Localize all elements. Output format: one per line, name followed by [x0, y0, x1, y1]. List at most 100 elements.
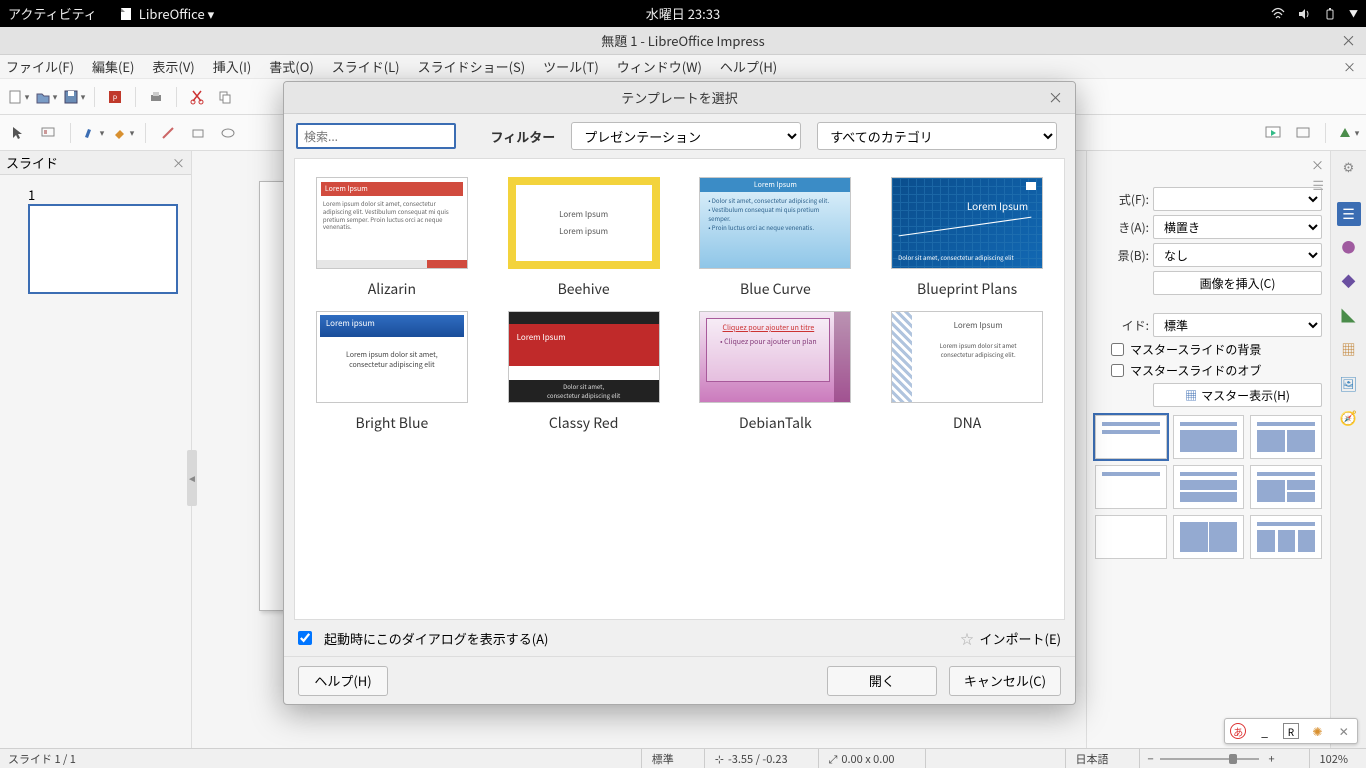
ime-r-icon[interactable]: R [1283, 723, 1299, 739]
template-item[interactable]: Lorem Ipsum Lorem ipsum dolor sit amet, … [305, 177, 479, 299]
dialog-button-row: ヘルプ(H) 開く キャンセル(C) [284, 656, 1075, 704]
clock[interactable]: 水曜日 23:33 [646, 4, 720, 23]
menu-file[interactable]: ファイル(F) [6, 57, 74, 76]
select-tool-icon[interactable] [6, 121, 30, 145]
ime-mode-icon[interactable]: あ [1230, 723, 1246, 739]
volume-icon[interactable] [1297, 7, 1311, 21]
tab-master-icon[interactable]: ▦ [1337, 338, 1361, 362]
cut-button[interactable] [185, 85, 209, 109]
props-close-icon[interactable]: × [1311, 155, 1324, 174]
tab-transitions-icon[interactable]: ◆ [1337, 270, 1361, 294]
dialog-title: テンプレートを選択 [621, 88, 738, 107]
menu-slide[interactable]: スライド(L) [332, 57, 400, 76]
slide-thumbnail-1[interactable] [28, 204, 178, 294]
orientation-select[interactable]: 横置き [1153, 215, 1322, 239]
layout-option[interactable] [1095, 465, 1167, 509]
template-list[interactable]: Lorem Ipsum Lorem ipsum dolor sit amet, … [294, 158, 1065, 620]
fill-tool-icon[interactable] [111, 121, 135, 145]
app-menu-label[interactable]: LibreOffice ▾ [139, 4, 214, 23]
menu-edit[interactable]: 編集(E) [92, 57, 134, 76]
3d-tool-icon[interactable] [1336, 121, 1360, 145]
open-button[interactable]: 開く [827, 666, 937, 696]
master-select[interactable]: 標準 [1153, 313, 1322, 337]
panel-splitter[interactable] [187, 450, 197, 506]
sidebar-settings-icon[interactable]: ⚙ [1343, 157, 1355, 176]
slides-panel-close-icon[interactable]: × [172, 153, 185, 172]
show-at-startup-checkbox[interactable] [298, 631, 312, 645]
window-close-button[interactable]: × [1341, 30, 1356, 51]
copy-button[interactable] [213, 85, 237, 109]
status-zoom[interactable]: 102% [1309, 749, 1358, 768]
highlight-tool-icon[interactable] [81, 121, 105, 145]
layout-option[interactable] [1250, 415, 1322, 459]
app-menu[interactable] [119, 7, 133, 21]
layout-option[interactable] [1250, 515, 1322, 559]
template-item[interactable]: Cliquez pour ajouter un titre• Cliquez p… [689, 311, 863, 433]
template-item[interactable]: Lorem ipsum Lorem ipsum dolor sit amet, … [305, 311, 479, 433]
menu-help[interactable]: ヘルプ(H) [720, 57, 777, 76]
tab-animation-icon[interactable]: ◣ [1337, 304, 1361, 328]
import-link[interactable]: インポート(E) [980, 629, 1061, 648]
format-select[interactable] [1153, 187, 1322, 211]
tab-gallery-icon[interactable]: 🖼 [1337, 372, 1361, 396]
dialog-close-button[interactable]: × [1048, 87, 1063, 108]
layout-option[interactable] [1173, 415, 1245, 459]
ime-settings-icon[interactable]: ✺ [1309, 723, 1325, 739]
zoom-tool-icon[interactable] [36, 121, 60, 145]
new-button[interactable] [6, 85, 30, 109]
tab-navigator-icon[interactable]: 🧭 [1337, 406, 1361, 430]
open-button[interactable] [34, 85, 58, 109]
layout-option[interactable] [1095, 415, 1167, 459]
status-sig [925, 749, 1045, 768]
ellipse-tool-icon[interactable] [216, 121, 240, 145]
background-select[interactable]: なし [1153, 243, 1322, 267]
master-obj-checkbox[interactable] [1111, 364, 1124, 377]
help-button[interactable]: ヘルプ(H) [298, 666, 388, 696]
power-icon[interactable] [1323, 7, 1337, 21]
master-bg-checkbox[interactable] [1111, 343, 1124, 356]
filter-category-select[interactable]: すべてのカテゴリ [817, 122, 1057, 150]
search-input[interactable] [296, 123, 456, 149]
menu-view[interactable]: 表示(V) [152, 57, 194, 76]
line-tool-icon[interactable] [156, 121, 180, 145]
system-menu-chevron-icon[interactable]: ▼ [1349, 7, 1358, 20]
present-button[interactable] [1261, 121, 1285, 145]
filter-type-select[interactable]: プレゼンテーション [571, 122, 801, 150]
print-button[interactable] [144, 85, 168, 109]
zoom-slider[interactable]: − + [1139, 749, 1289, 768]
template-item[interactable]: Lorem Ipsum Dolor sit amet, consectetur … [880, 177, 1054, 299]
insert-image-button[interactable]: 画像を挿入(C) [1153, 271, 1322, 295]
cancel-button[interactable]: キャンセル(C) [949, 666, 1061, 696]
ime-underline-icon[interactable]: _ [1257, 723, 1273, 739]
layout-option[interactable] [1173, 465, 1245, 509]
rect-tool-icon[interactable] [186, 121, 210, 145]
template-item[interactable]: Lorem IpsumLorem ipsum Beehive [497, 177, 671, 299]
save-button[interactable] [62, 85, 86, 109]
tab-properties-icon[interactable]: ☰ [1337, 202, 1361, 226]
star-icon[interactable]: ☆ [961, 629, 974, 648]
menu-format[interactable]: 書式(O) [269, 57, 313, 76]
template-name: Bright Blue [356, 413, 429, 433]
ime-tools-icon[interactable]: ✕ [1336, 723, 1352, 739]
props-menu-icon[interactable]: ☰ [1312, 175, 1324, 194]
layout-option[interactable] [1173, 515, 1245, 559]
wifi-icon[interactable] [1271, 7, 1285, 21]
menu-slideshow[interactable]: スライドショー(S) [418, 57, 526, 76]
layout-option[interactable] [1095, 515, 1167, 559]
activities-button[interactable]: アクティビティ [8, 4, 97, 23]
template-item[interactable]: Lorem Ipsum • Dolor sit amet, consectetu… [689, 177, 863, 299]
export-pdf-button[interactable]: P [103, 85, 127, 109]
menu-tools[interactable]: ツール(T) [543, 57, 599, 76]
present-settings-button[interactable] [1291, 121, 1315, 145]
status-lang[interactable]: 日本語 [1065, 749, 1119, 768]
slide-number: 1 [28, 185, 35, 204]
document-close-button[interactable]: × [1343, 57, 1356, 76]
tab-shapes-icon[interactable]: ● [1337, 236, 1361, 260]
menu-window[interactable]: ウィンドウ(W) [617, 57, 702, 76]
format-label: 式(F): [1095, 191, 1149, 208]
template-item[interactable]: Lorem IpsumLorem ipsum dolor sit amet co… [880, 311, 1054, 433]
menu-insert[interactable]: 挿入(I) [213, 57, 252, 76]
template-item[interactable]: Lorem Ipsum Dolor sit amet, consectetur … [497, 311, 671, 433]
master-view-button[interactable]: ▦マスター表示(H) [1153, 383, 1322, 407]
layout-option[interactable] [1250, 465, 1322, 509]
